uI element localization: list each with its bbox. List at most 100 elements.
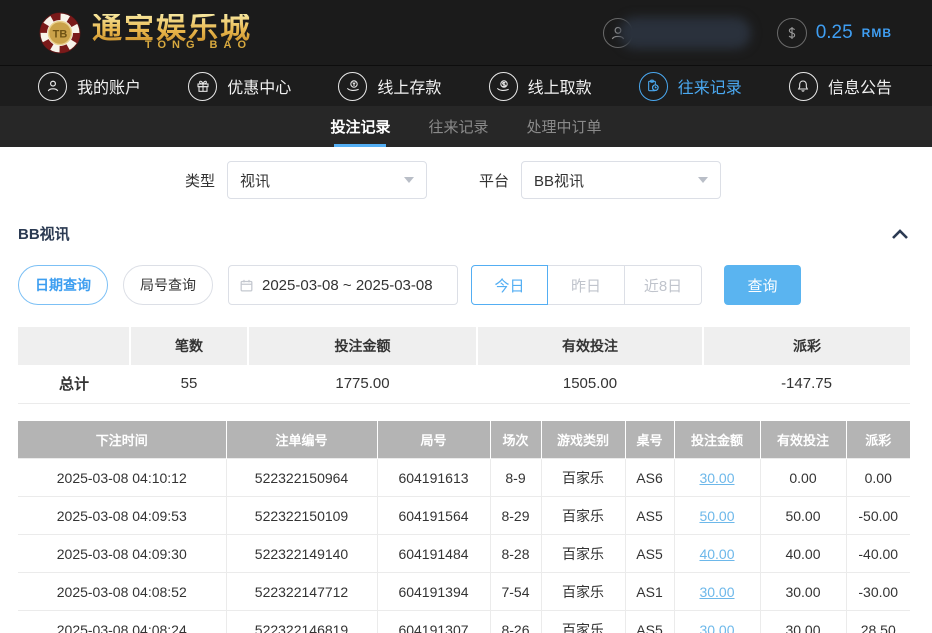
nav-item-deposit[interactable]: 线上存款 <box>338 72 441 101</box>
bet-amount-link[interactable]: 30.00 <box>699 584 734 600</box>
nav-item-records[interactable]: 往来记录 <box>639 72 742 101</box>
balance[interactable]: 0.25 RMB <box>777 18 892 48</box>
collapse-button[interactable] <box>890 227 910 241</box>
game-type: 百家乐 <box>541 611 625 633</box>
last8days-button[interactable]: 近8日 <box>625 265 702 305</box>
order-no: 522322150964 <box>226 459 377 497</box>
calendar-icon <box>239 278 254 293</box>
nav-label: 线上存款 <box>377 74 441 98</box>
search-button[interactable]: 查询 <box>724 265 801 305</box>
date-range-input[interactable]: 2025-03-08 ~ 2025-03-08 <box>228 265 458 305</box>
username-redacted <box>619 17 751 49</box>
platform-select-value: BB视讯 <box>534 170 584 191</box>
bet-time: 2025-03-08 04:08:52 <box>18 573 226 611</box>
deposit-icon <box>338 72 367 101</box>
summary-header-valid-bet: 有效投注 <box>477 327 703 365</box>
game-type: 百家乐 <box>541 497 625 535</box>
chevron-down-icon <box>698 177 708 183</box>
game-type: 百家乐 <box>541 459 625 497</box>
site-logo[interactable]: TB 通宝娱乐城 TONG BAO <box>38 11 252 55</box>
casino-chip-icon: TB <box>38 11 82 55</box>
bet-time: 2025-03-08 04:09:30 <box>18 535 226 573</box>
summary-total-row: 总计 55 1775.00 1505.00 -147.75 <box>18 365 910 403</box>
payout: 28.50 <box>846 611 910 633</box>
nav-item-promotions[interactable]: 优惠中心 <box>188 72 291 101</box>
nav-item-my-account[interactable]: 我的账户 <box>38 72 141 101</box>
chevron-up-icon <box>893 231 907 238</box>
round-no: 604191564 <box>377 497 490 535</box>
content-area: 类型 视讯 平台 BB视讯 BB视讯 日期查询 局号查询 2025- <box>0 147 932 633</box>
bets-header-round-no: 局号 <box>377 421 490 459</box>
summary-total-label: 总计 <box>18 365 130 403</box>
nav-item-announcements[interactable]: 信息公告 <box>789 72 892 101</box>
bets-header-table-no: 桌号 <box>625 421 674 459</box>
record-tabs: 投注记录 往来记录 处理中订单 <box>0 106 932 147</box>
payout: -50.00 <box>846 497 910 535</box>
tab-bet-records[interactable]: 投注记录 <box>330 106 390 147</box>
section-title: BB视讯 <box>18 223 70 244</box>
yesterday-button[interactable]: 昨日 <box>548 265 625 305</box>
user-icon <box>38 72 67 101</box>
bets-header-bet-time: 下注时间 <box>18 421 226 459</box>
bet-time: 2025-03-08 04:10:12 <box>18 459 226 497</box>
date-range-value: 2025-03-08 ~ 2025-03-08 <box>262 277 433 294</box>
bets-header-order-no: 注单编号 <box>226 421 377 459</box>
round-query-button[interactable]: 局号查询 <box>123 265 213 305</box>
bet-amount-link[interactable]: 30.00 <box>699 622 734 633</box>
summary-header-payout: 派彩 <box>703 327 910 365</box>
bet-amount-link[interactable]: 40.00 <box>699 546 734 562</box>
tab-transaction-records[interactable]: 往来记录 <box>428 106 488 147</box>
summary-payout: -147.75 <box>703 365 910 403</box>
table-row: 2025-03-08 04:10:12 522322150964 6041916… <box>18 459 910 497</box>
game-type: 百家乐 <box>541 573 625 611</box>
game-type: 百家乐 <box>541 535 625 573</box>
order-no: 522322146819 <box>226 611 377 633</box>
type-select[interactable]: 视讯 <box>227 161 427 199</box>
round-no: 604191394 <box>377 573 490 611</box>
nav-item-withdraw[interactable]: 线上取款 <box>489 72 592 101</box>
bet-amount-link[interactable]: 30.00 <box>699 470 734 486</box>
round-no: 604191484 <box>377 535 490 573</box>
summary-header-row: 笔数 投注金额 有效投注 派彩 <box>18 327 910 365</box>
session: 8-28 <box>490 535 541 573</box>
balance-amount: 0.25 <box>816 22 853 44</box>
summary-header-bet-amount: 投注金额 <box>248 327 477 365</box>
section-header: BB视讯 <box>18 223 910 244</box>
nav-label: 优惠中心 <box>227 74 291 98</box>
date-query-button[interactable]: 日期查询 <box>18 265 108 305</box>
bets-header-row: 下注时间 注单编号 局号 场次 游戏类别 桌号 投注金额 有效投注 派彩 <box>18 421 910 459</box>
session: 8-26 <box>490 611 541 633</box>
summary-bet-amount: 1775.00 <box>248 365 477 403</box>
table-row: 2025-03-08 04:09:30 522322149140 6041914… <box>18 535 910 573</box>
gift-icon <box>188 72 217 101</box>
summary-valid-bet: 1505.00 <box>477 365 703 403</box>
bet-time: 2025-03-08 04:08:24 <box>18 611 226 633</box>
session: 8-9 <box>490 459 541 497</box>
valid-bet: 30.00 <box>760 611 846 633</box>
platform-select[interactable]: BB视讯 <box>521 161 721 199</box>
balance-currency: RMB <box>862 26 892 40</box>
payout: -40.00 <box>846 535 910 573</box>
bets-table: 下注时间 注单编号 局号 场次 游戏类别 桌号 投注金额 有效投注 派彩 202… <box>18 421 910 633</box>
tab-pending-orders[interactable]: 处理中订单 <box>527 106 602 147</box>
bet-time: 2025-03-08 04:09:53 <box>18 497 226 535</box>
order-no: 522322150109 <box>226 497 377 535</box>
summary-header-count: 笔数 <box>130 327 248 365</box>
bet-amount-link[interactable]: 50.00 <box>699 508 734 524</box>
valid-bet: 30.00 <box>760 573 846 611</box>
session: 7-54 <box>490 573 541 611</box>
round-no: 604191307 <box>377 611 490 633</box>
session: 8-29 <box>490 497 541 535</box>
table-row: 2025-03-08 04:09:53 522322150109 6041915… <box>18 497 910 535</box>
order-no: 522322147712 <box>226 573 377 611</box>
svg-text:TB: TB <box>53 28 68 40</box>
summary-table: 笔数 投注金额 有效投注 派彩 总计 55 1775.00 1505.00 -1… <box>18 327 910 404</box>
payout: -30.00 <box>846 573 910 611</box>
dollar-icon <box>777 18 807 48</box>
main-navigation: 我的账户 优惠中心 线上存款 线上取款 <box>0 65 932 106</box>
table-no: AS5 <box>625 497 674 535</box>
order-no: 522322149140 <box>226 535 377 573</box>
valid-bet: 40.00 <box>760 535 846 573</box>
site-subtitle: TONG BAO <box>92 40 252 51</box>
today-button[interactable]: 今日 <box>471 265 548 305</box>
